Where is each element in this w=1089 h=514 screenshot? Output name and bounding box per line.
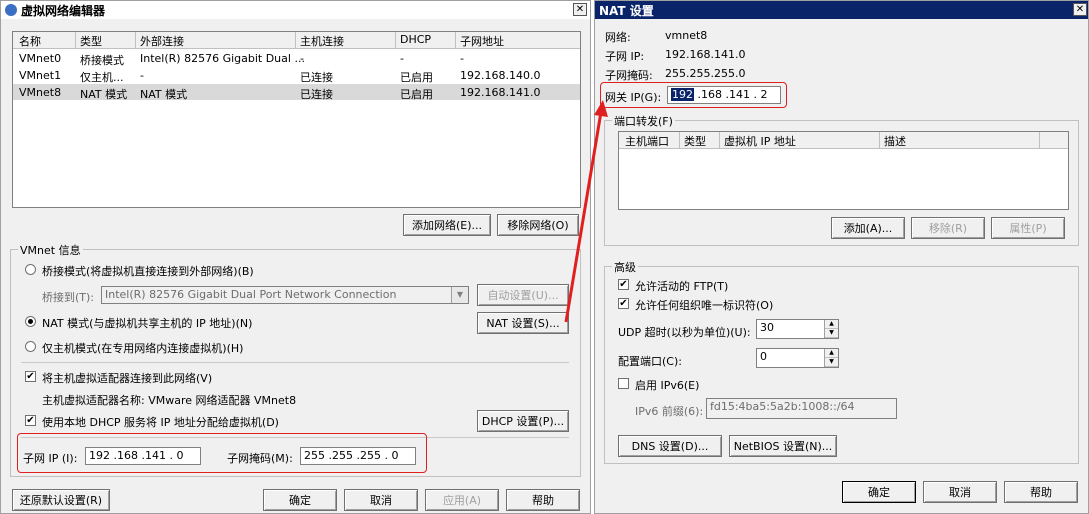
arrow-head [594, 100, 608, 117]
arrow-shaft [564, 111, 603, 323]
annotation-arrow [564, 100, 608, 323]
